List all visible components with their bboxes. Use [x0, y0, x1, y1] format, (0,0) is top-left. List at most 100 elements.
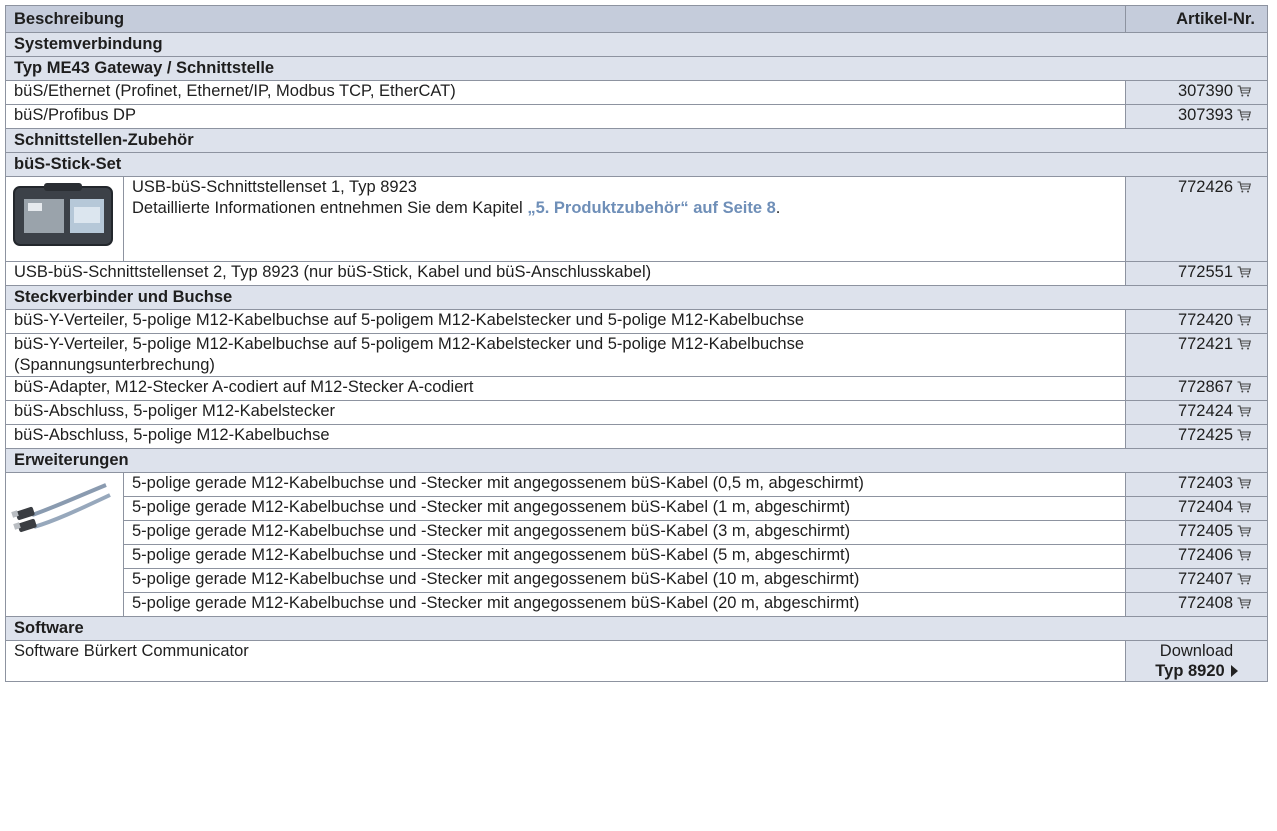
download-type-label: Typ 8920	[1155, 662, 1225, 680]
row-description: büS-Adapter, M12-Stecker A-codiert auf M…	[5, 376, 1126, 401]
row-description: büS-Abschluss, 5-poliger M12-Kabelstecke…	[5, 400, 1126, 425]
section-row: Systemverbindung	[5, 32, 1268, 57]
table-row: büS/Ethernet (Profinet, Ethernet/IP, Mod…	[5, 80, 1268, 105]
row-description: USB-büS-Schnittstellenset 2, Typ 8923 (n…	[5, 261, 1126, 286]
stick-set-description: USB-büS-Schnittstellenset 1, Typ 8923 De…	[123, 176, 1126, 262]
download-type: Typ 8920	[1134, 661, 1259, 681]
article-number-link[interactable]: 307393	[1125, 104, 1268, 129]
shopping-cart-icon	[1237, 381, 1251, 393]
cable-product-image	[11, 483, 111, 533]
shopping-cart-icon	[1237, 181, 1251, 193]
shopping-cart-icon	[1237, 429, 1251, 441]
stick-set-info: Detaillierte Informationen entnehmen Sie…	[132, 198, 1117, 219]
case-product-image	[13, 183, 113, 246]
article-number-link[interactable]: 772426	[1125, 176, 1268, 262]
product-image-cell	[5, 472, 124, 617]
row-description: büS-Y-Verteiler, 5-polige M12-Kabelbuchs…	[5, 309, 1126, 334]
table-row: 5-polige gerade M12-Kabelbuchse und -Ste…	[6, 496, 1268, 521]
row-description-line1: büS-Y-Verteiler, 5-polige M12-Kabelbuchs…	[14, 335, 805, 353]
article-number-link[interactable]: 772420	[1125, 309, 1268, 334]
shopping-cart-icon	[1237, 85, 1251, 97]
row-description: 5-polige gerade M12-Kabelbuchse und -Ste…	[123, 568, 1126, 593]
section-row: büS-Stick-Set	[5, 152, 1268, 177]
download-link[interactable]: Download Typ 8920	[1125, 640, 1268, 682]
section-row: Typ ME43 Gateway / Schnittstelle	[5, 56, 1268, 81]
row-description: Software Bürkert Communicator	[5, 640, 1126, 682]
row-description-line2: (Spannungsunterbrechung)	[14, 356, 215, 374]
article-number-link[interactable]: 772425	[1125, 424, 1268, 449]
section-row: Erweiterungen	[5, 448, 1268, 473]
header-article: Artikel-Nr.	[1125, 5, 1268, 33]
download-label: Download	[1159, 642, 1234, 660]
row-description: 5-polige gerade M12-Kabelbuchse und -Ste…	[123, 592, 1126, 617]
article-number: 772551	[1177, 263, 1233, 281]
info-prefix: Detaillierte Informationen entnehmen Sie…	[132, 199, 528, 217]
table-row: USB-büS-Schnittstellenset 2, Typ 8923 (n…	[5, 261, 1268, 286]
table-row: USB-büS-Schnittstellenset 1, Typ 8923 De…	[5, 176, 1268, 262]
table-row: büS/Profibus DP 307393	[5, 104, 1268, 129]
article-number-link[interactable]: 772421	[1125, 333, 1268, 377]
shopping-cart-icon	[1237, 573, 1251, 585]
article-number: 772408	[1177, 594, 1233, 612]
article-number: 772407	[1177, 570, 1233, 588]
section-row: Steckverbinder und Buchse	[5, 285, 1268, 310]
article-number: 772425	[1177, 426, 1233, 444]
info-suffix: .	[775, 199, 781, 217]
table-row: büS-Adapter, M12-Stecker A-codiert auf M…	[5, 376, 1268, 401]
row-description: büS/Ethernet (Profinet, Ethernet/IP, Mod…	[5, 80, 1126, 105]
product-table: Beschreibung Artikel-Nr. Systemverbindun…	[5, 5, 1268, 682]
shopping-cart-icon	[1237, 109, 1251, 121]
section-gateway: Typ ME43 Gateway / Schnittstelle	[5, 56, 1268, 81]
section-systemverbindung: Systemverbindung	[5, 32, 1268, 57]
shopping-cart-icon	[1237, 477, 1251, 489]
article-number: 772424	[1177, 402, 1233, 420]
shopping-cart-icon	[1237, 338, 1251, 350]
article-number: 772404	[1177, 498, 1233, 516]
section-stick-set: büS-Stick-Set	[5, 152, 1268, 177]
row-description: 5-polige gerade M12-Kabelbuchse und -Ste…	[123, 496, 1126, 521]
triangle-right-icon	[1230, 665, 1238, 677]
shopping-cart-icon	[1237, 549, 1251, 561]
shopping-cart-icon	[1237, 405, 1251, 417]
table-row: büS-Abschluss, 5-polige M12-Kabelbuchse …	[5, 424, 1268, 449]
article-number: 772420	[1177, 311, 1233, 329]
table-row: 5-polige gerade M12-Kabelbuchse und -Ste…	[6, 544, 1268, 569]
section-extensions: Erweiterungen	[5, 448, 1268, 473]
article-number: 772406	[1177, 546, 1233, 564]
article-number: 307393	[1177, 106, 1233, 124]
row-description: büS-Abschluss, 5-polige M12-Kabelbuchse	[5, 424, 1126, 449]
row-description: 5-polige gerade M12-Kabelbuchse und -Ste…	[123, 472, 1126, 497]
article-number: 772421	[1177, 335, 1233, 353]
section-row: Software	[5, 616, 1268, 641]
article-number-link[interactable]: 307390	[1125, 80, 1268, 105]
section-row: Schnittstellen-Zubehör	[5, 128, 1268, 153]
table-row: 5-polige gerade M12-Kabelbuchse und -Ste…	[6, 520, 1268, 545]
article-number-link[interactable]: 772407	[1125, 568, 1268, 593]
row-description: büS-Y-Verteiler, 5-polige M12-Kabelbuchs…	[5, 333, 1126, 377]
table-row: büS-Abschluss, 5-poliger M12-Kabelstecke…	[5, 400, 1268, 425]
article-number: 772426	[1177, 178, 1233, 196]
table-header-row: Beschreibung Artikel-Nr.	[5, 5, 1268, 33]
article-number-link[interactable]: 772408	[1125, 592, 1268, 617]
article-number-link[interactable]: 772424	[1125, 400, 1268, 425]
row-description: 5-polige gerade M12-Kabelbuchse und -Ste…	[123, 544, 1126, 569]
stick-set-title: USB-büS-Schnittstellenset 1, Typ 8923	[132, 178, 417, 196]
article-number-link[interactable]: 772406	[1125, 544, 1268, 569]
article-number-link[interactable]: 772405	[1125, 520, 1268, 545]
product-image-cell	[5, 176, 124, 262]
article-number-link[interactable]: 772551	[1125, 261, 1268, 286]
article-number: 772405	[1177, 522, 1233, 540]
section-interface-accessories: Schnittstellen-Zubehör	[5, 128, 1268, 153]
table-row: 5-polige gerade M12-Kabelbuchse und -Ste…	[6, 568, 1268, 593]
shopping-cart-icon	[1237, 525, 1251, 537]
shopping-cart-icon	[1237, 266, 1251, 278]
article-number-link[interactable]: 772403	[1125, 472, 1268, 497]
row-description: 5-polige gerade M12-Kabelbuchse und -Ste…	[123, 520, 1126, 545]
article-number: 772403	[1177, 474, 1233, 492]
table-row: Software Bürkert Communicator Download T…	[5, 640, 1268, 682]
product-table-container: Beschreibung Artikel-Nr. Systemverbindun…	[5, 5, 1268, 682]
shopping-cart-icon	[1237, 597, 1251, 609]
article-number-link[interactable]: 772867	[1125, 376, 1268, 401]
article-number-link[interactable]: 772404	[1125, 496, 1268, 521]
chapter-link[interactable]: „5. Produktzubehör“ auf Seite 8	[527, 199, 775, 217]
